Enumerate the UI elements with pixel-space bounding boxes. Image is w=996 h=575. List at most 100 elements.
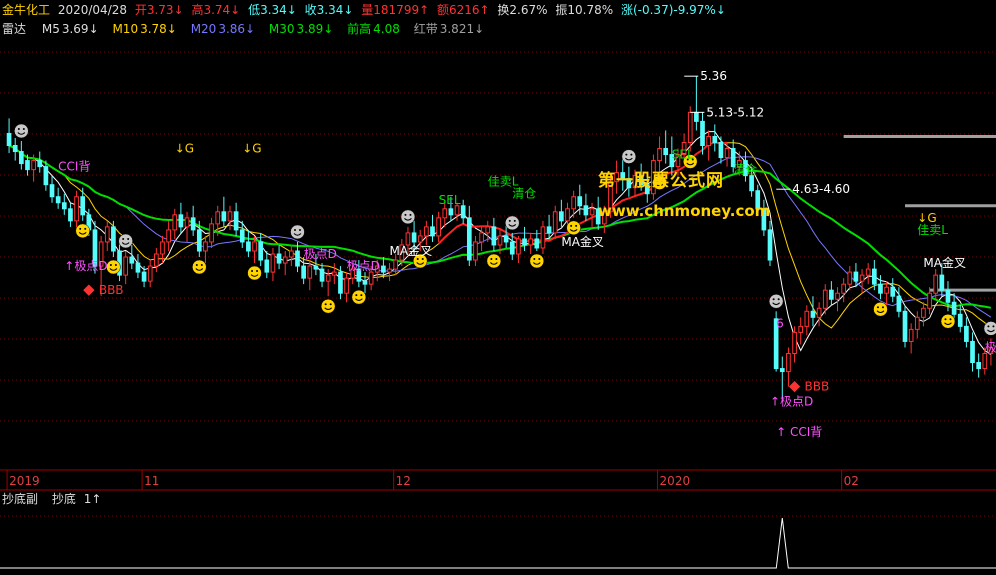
candle-body — [964, 325, 969, 342]
smiley-eye — [533, 258, 536, 260]
candle-body — [338, 271, 343, 294]
candle-body — [951, 301, 957, 315]
smiley-icon — [192, 259, 207, 275]
kline-chart[interactable]: 20191112202002035.365.13-5.124.63-4.604.… — [0, 0, 996, 575]
smiley-eye — [876, 306, 879, 309]
signal-label: ↑ CCI背 — [776, 425, 822, 439]
smiley-icon — [621, 149, 637, 164]
candle-body — [522, 238, 527, 246]
candle-body — [853, 271, 859, 282]
bbb-diamond — [788, 380, 801, 393]
candle-body — [178, 214, 184, 228]
smiley-eye — [508, 219, 511, 222]
candle-body — [589, 208, 595, 216]
smiley-icon — [351, 289, 367, 305]
candle-body — [295, 250, 300, 267]
candle-body — [466, 217, 472, 261]
smiley-icon — [290, 224, 305, 240]
candle-body — [694, 111, 699, 122]
candle-body — [970, 340, 975, 364]
candle-body — [491, 226, 497, 246]
smiley-icon — [106, 259, 121, 275]
smiley-icon — [505, 215, 520, 231]
candle-body — [933, 274, 939, 294]
smiley-icon — [486, 253, 502, 269]
candle-body — [141, 271, 147, 282]
smiley-eye — [777, 298, 780, 301]
smiley-eye — [127, 238, 130, 240]
watermark-title: 第一股票公式网 — [598, 171, 724, 191]
signal-label: 清仓 — [733, 163, 757, 177]
signal-label: SEL — [672, 148, 694, 162]
smiley-eye — [293, 228, 296, 231]
smiley-eye — [570, 224, 573, 227]
candle-body — [147, 265, 153, 282]
candle-body — [503, 235, 509, 243]
x-tick-label: 11 — [144, 474, 159, 488]
candle-body — [583, 205, 589, 216]
smiley-eye — [355, 294, 358, 297]
candle-body — [816, 307, 822, 318]
smiley-icon — [768, 294, 784, 309]
candle-body — [166, 229, 171, 243]
candle-body — [712, 135, 718, 143]
smiley-eye — [772, 298, 775, 301]
candle-body — [540, 226, 546, 249]
candle-body — [68, 208, 73, 222]
candle-body — [485, 226, 491, 234]
signal-label: ↓G — [175, 142, 194, 156]
candle-body — [552, 211, 558, 234]
signal-label: ↑极点D — [770, 395, 813, 409]
candle-body — [890, 286, 896, 297]
candle-body — [430, 226, 435, 237]
smiley-icon — [320, 298, 336, 314]
candle-body — [258, 241, 264, 261]
candle-body — [276, 253, 282, 264]
signal-label: MA金叉 — [390, 243, 433, 258]
candle-body — [939, 274, 945, 291]
candle-body — [104, 226, 110, 243]
smiley-eye — [992, 325, 995, 328]
smiley-icon — [983, 321, 996, 336]
candle-body — [25, 160, 30, 171]
smiley-eye — [538, 258, 541, 260]
signal-label: 极点D — [304, 247, 337, 261]
smiley-eye — [987, 325, 990, 328]
candle-body — [190, 217, 196, 231]
smiley-icon — [75, 223, 90, 239]
candle-body — [411, 232, 417, 243]
candle-body — [927, 292, 932, 309]
signal-label: 极点D — [985, 340, 996, 354]
candle-body — [847, 271, 853, 285]
candle-body — [246, 241, 251, 252]
smiley-eye — [324, 303, 327, 306]
candle-body — [687, 111, 693, 143]
smiley-eye — [944, 318, 947, 321]
candle-body — [829, 289, 834, 300]
candle-body — [6, 132, 12, 146]
candle-body — [282, 256, 288, 264]
candle-body — [479, 232, 484, 243]
candle-body — [252, 241, 257, 252]
smiley-icon — [940, 314, 956, 329]
candle-body — [381, 265, 386, 273]
candle-body — [227, 211, 233, 222]
candle-body — [209, 223, 214, 243]
smiley-eye — [79, 227, 82, 230]
candle-body — [509, 241, 515, 255]
bbb-diamond — [83, 284, 95, 296]
candle-body — [233, 211, 239, 231]
smiley-icon — [400, 209, 416, 225]
smiley-eye — [200, 264, 203, 267]
candle-body — [516, 238, 521, 255]
signal-label: BBB — [805, 380, 830, 394]
smiley-eye — [881, 306, 884, 309]
candle-body — [896, 295, 902, 312]
candle-body — [19, 151, 24, 165]
candle-body — [546, 226, 552, 234]
candle-body — [135, 262, 141, 273]
candle-body — [884, 286, 889, 294]
candle-body — [123, 256, 129, 276]
candle-body — [749, 175, 754, 192]
candle-body — [473, 241, 478, 261]
